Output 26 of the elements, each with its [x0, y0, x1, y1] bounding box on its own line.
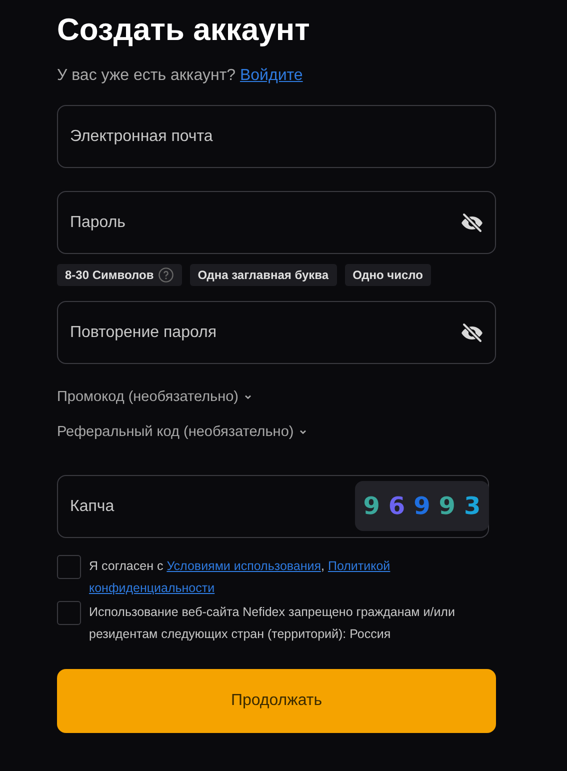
page-title: Создать аккаунт — [57, 12, 311, 48]
input-field[interactable]: Повторение пароля — [57, 301, 496, 364]
optional-toggle[interactable]: Промокод (необязательно) — [57, 389, 252, 405]
requirement-tag: Одно число — [344, 264, 431, 286]
input-field[interactable]: Электронная почта — [57, 105, 496, 168]
eye-off-icon[interactable] — [460, 211, 484, 235]
agreement-text: Использование веб-сайта Nefidex запрещено гражданам и/или резидентам следующих стран (территорий): Россия — [89, 604, 456, 643]
requirement-text: 8-30 Символов — [65, 268, 154, 282]
requirement-tag: Одна заглавная буква — [190, 264, 337, 286]
checkbox[interactable] — [57, 555, 81, 579]
checkbox[interactable] — [57, 601, 81, 625]
help-icon[interactable] — [158, 267, 174, 283]
continue-button[interactable]: Продолжать — [57, 669, 496, 733]
captcha-digit: 9 — [363, 492, 380, 520]
login-link[interactable]: Войдите — [240, 67, 303, 84]
captcha-digit: 9 — [414, 492, 430, 520]
captcha-digit: 9 — [438, 492, 456, 520]
captcha-digit: 3 — [464, 492, 481, 520]
captcha-image[interactable]: 9 6 9 9 3 — [355, 481, 489, 531]
agreement-text: Я согласен с Условиями использования, Политикой конфиденциальности — [89, 558, 392, 597]
eye-off-icon[interactable] — [460, 321, 484, 345]
login-prompt: У вас уже есть аккаунт? Войдите — [57, 67, 304, 85]
captcha-digit: 6 — [388, 492, 406, 520]
optional-toggle[interactable]: Реферальный код (необязательно) — [57, 424, 308, 440]
input-field[interactable]: Пароль — [57, 191, 496, 254]
policy-link[interactable]: Условиями использования — [166, 559, 322, 573]
